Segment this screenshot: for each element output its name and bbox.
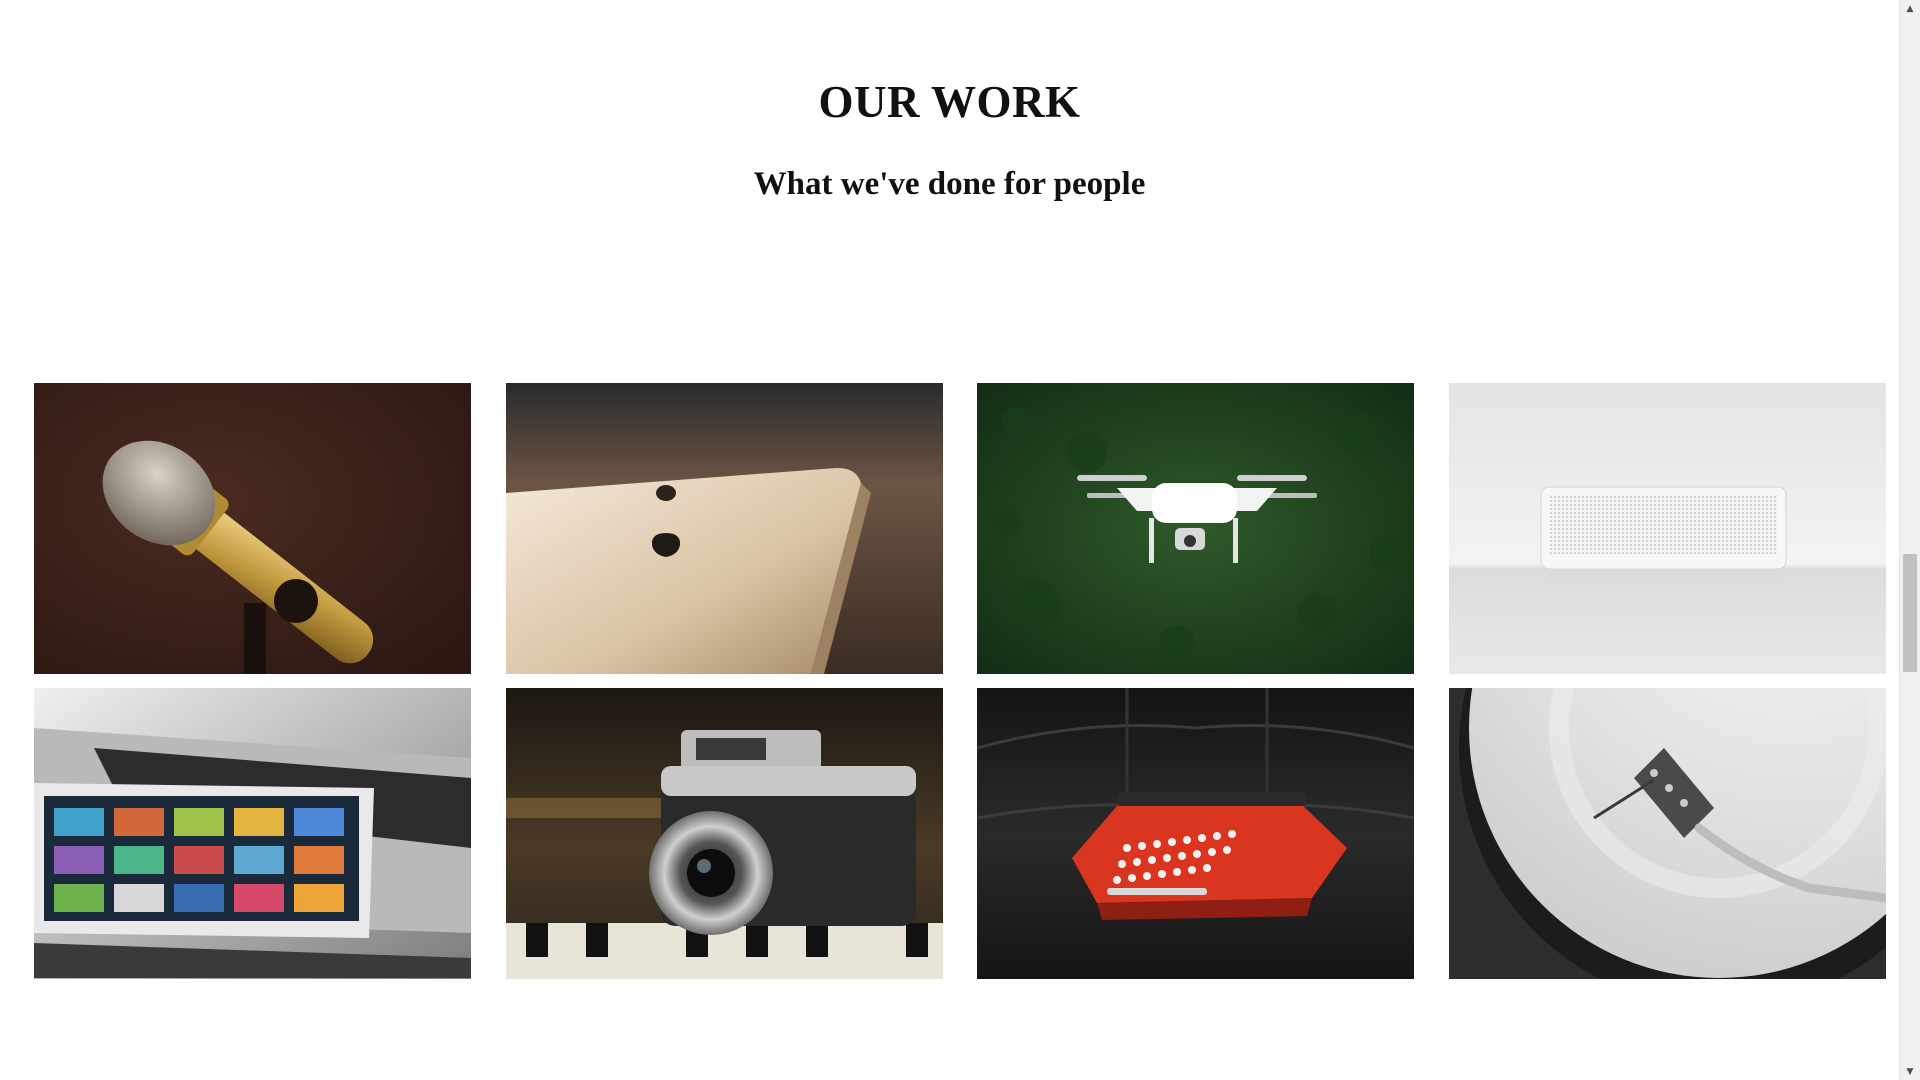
scroll-up-arrow-icon[interactable]: ▲: [1900, 0, 1920, 17]
scrollbar-thumb[interactable]: [1903, 554, 1917, 672]
tablet-laptop-photo-icon: [34, 688, 471, 979]
smartphone-photo-icon: [505, 383, 943, 674]
gallery-item-speaker[interactable]: [1448, 383, 1886, 674]
turntable-photo-icon: [1448, 688, 1886, 979]
gallery-item-smartphone[interactable]: [505, 383, 943, 674]
gallery-item-tablet[interactable]: [34, 688, 471, 979]
vertical-scrollbar[interactable]: ▲ ▼: [1899, 0, 1920, 1080]
gallery-item-microphone[interactable]: [34, 383, 471, 674]
section-subtitle: What we've done for people: [753, 166, 1146, 202]
camera-photo-icon: [505, 688, 943, 979]
speaker-photo-icon: [1448, 383, 1886, 674]
microphone-photo-icon: [34, 383, 471, 674]
drone-photo-icon: [977, 383, 1414, 674]
section-title: OUR WORK: [818, 77, 1081, 127]
gallery-item-drone[interactable]: [977, 383, 1414, 674]
work-section: OUR WORK What we've done for people: [0, 0, 1899, 1080]
scroll-down-arrow-icon[interactable]: ▼: [1900, 1063, 1920, 1080]
gallery-item-typewriter[interactable]: [977, 688, 1414, 979]
portfolio-gallery: [34, 383, 1886, 979]
typewriter-photo-icon: [977, 688, 1414, 979]
page: OUR WORK What we've done for people ▲ ▼: [0, 0, 1920, 1080]
gallery-item-turntable[interactable]: [1448, 688, 1886, 979]
gallery-item-camera[interactable]: [505, 688, 943, 979]
